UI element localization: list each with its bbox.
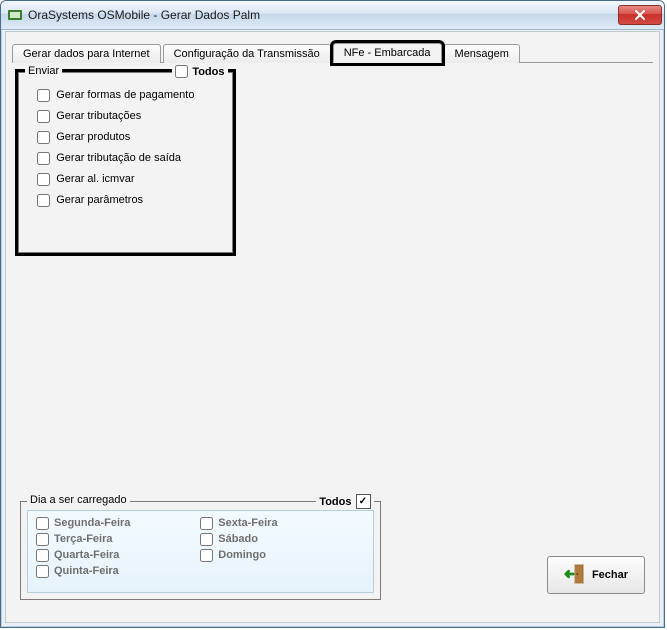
tab-mensagem[interactable]: Mensagem: [444, 44, 520, 63]
checkbox-label: Gerar produtos: [56, 131, 130, 143]
label-enviar-todos: Todos: [192, 66, 224, 78]
enviar-item[interactable]: Gerar formas de pagamento: [37, 89, 215, 102]
dia-col-1: Segunda-Feira Terça-Feira Quarta-Feira Q…: [36, 515, 200, 588]
tab-gerar-dados-internet[interactable]: Gerar dados para Internet: [12, 44, 161, 63]
checkbox-label: Gerar tributação de saída: [56, 152, 181, 164]
checkbox[interactable]: [37, 173, 50, 186]
enviar-item[interactable]: Gerar tributação de saída: [37, 152, 215, 165]
app-icon: [7, 7, 23, 23]
checkbox-label: Terça-Feira: [54, 531, 113, 547]
group-enviar-todos[interactable]: Todos: [172, 65, 227, 78]
checkbox[interactable]: [36, 517, 49, 530]
tab-strip: Gerar dados para Internet Configuração d…: [12, 38, 653, 63]
door-exit-icon: [564, 563, 586, 588]
enviar-item[interactable]: Gerar produtos: [37, 131, 215, 144]
group-dia-legend: Dia a ser carregado: [27, 494, 130, 506]
checkbox-label: Segunda-Feira: [54, 515, 130, 531]
dia-item[interactable]: Segunda-Feira: [36, 515, 200, 531]
client-area: Gerar dados para Internet Configuração d…: [5, 31, 660, 623]
window-close-button[interactable]: [618, 5, 662, 25]
dia-item[interactable]: Sexta-Feira: [200, 515, 364, 531]
checkbox[interactable]: [200, 533, 213, 546]
enviar-item[interactable]: Gerar tributações: [37, 110, 215, 123]
dia-item[interactable]: Sábado: [200, 531, 364, 547]
checkbox[interactable]: [36, 549, 49, 562]
dia-body: Segunda-Feira Terça-Feira Quarta-Feira Q…: [27, 510, 374, 593]
checkbox-label: Gerar formas de pagamento: [56, 89, 194, 101]
dia-item[interactable]: Terça-Feira: [36, 531, 200, 547]
checkbox-dia-todos[interactable]: ✓: [356, 494, 371, 509]
label-dia-todos: Todos: [319, 496, 351, 508]
group-dia: Dia a ser carregado Todos ✓ Segunda-Feir…: [20, 501, 381, 600]
checkbox-label: Gerar tributações: [56, 110, 141, 122]
checkbox[interactable]: [200, 517, 213, 530]
titlebar: OraSystems OSMobile - Gerar Dados Palm: [1, 1, 664, 30]
checkbox[interactable]: [37, 131, 50, 144]
group-enviar: Enviar Todos Gerar formas de pagamento G…: [18, 72, 233, 253]
enviar-item[interactable]: Gerar parâmetros: [37, 194, 215, 207]
checkbox-label: Quinta-Feira: [54, 563, 119, 579]
checkbox[interactable]: [37, 89, 50, 102]
checkbox[interactable]: [36, 565, 49, 578]
checkbox-label: Gerar al. icmvar: [56, 173, 134, 185]
tab-nfe-embarcada[interactable]: NFe - Embarcada: [333, 43, 442, 63]
checkbox[interactable]: [37, 152, 50, 165]
checkbox[interactable]: [36, 533, 49, 546]
checkbox-label: Quarta-Feira: [54, 547, 119, 563]
checkbox-label: Domingo: [218, 547, 266, 563]
enviar-item[interactable]: Gerar al. icmvar: [37, 173, 215, 186]
tab-config-transmissao[interactable]: Configuração da Transmissão: [163, 44, 331, 63]
dia-item[interactable]: Quinta-Feira: [36, 563, 200, 579]
group-enviar-legend: Enviar: [25, 65, 62, 77]
checkbox-label: Sábado: [218, 531, 258, 547]
dia-col-2: Sexta-Feira Sábado Domingo: [200, 515, 364, 588]
checkbox-label: Sexta-Feira: [218, 515, 277, 531]
checkbox[interactable]: [37, 110, 50, 123]
fechar-label: Fechar: [592, 569, 628, 581]
app-window: OraSystems OSMobile - Gerar Dados Palm G…: [0, 0, 665, 628]
window-title: OraSystems OSMobile - Gerar Dados Palm: [28, 8, 618, 22]
checkbox-enviar-todos[interactable]: [175, 65, 188, 78]
dia-item[interactable]: Quarta-Feira: [36, 547, 200, 563]
checkbox[interactable]: [37, 194, 50, 207]
dia-item[interactable]: Domingo: [200, 547, 364, 563]
checkbox-label: Gerar parâmetros: [56, 194, 143, 206]
fechar-button[interactable]: Fechar: [547, 556, 645, 594]
enviar-items: Gerar formas de pagamento Gerar tributaç…: [27, 77, 223, 221]
group-dia-todos[interactable]: Todos ✓: [316, 494, 373, 509]
checkbox[interactable]: [200, 549, 213, 562]
